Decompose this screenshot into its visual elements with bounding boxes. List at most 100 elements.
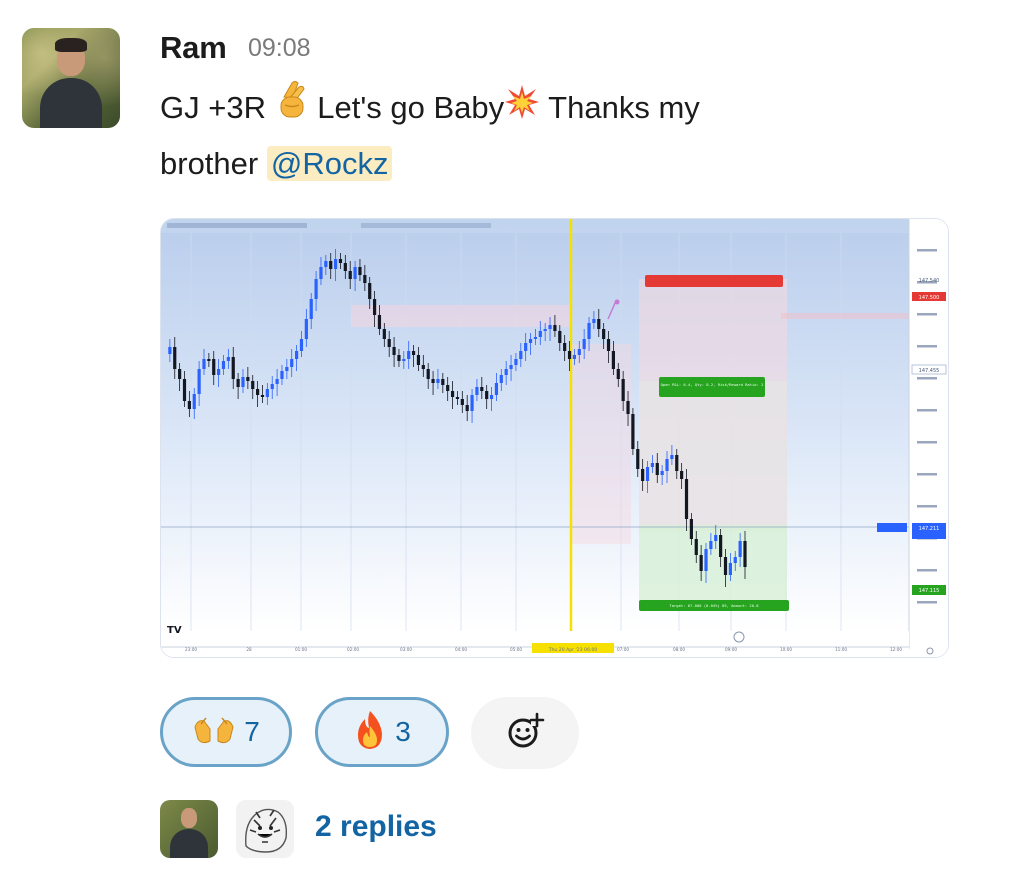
- candle-body: [509, 365, 513, 369]
- candle-body: [377, 315, 382, 329]
- candle-body: [577, 349, 581, 355]
- message-line-2: brother @Rockz: [160, 136, 980, 192]
- candle-body: [387, 339, 391, 347]
- candle-body: [212, 359, 216, 375]
- candle-body: [553, 325, 557, 331]
- candle-body: [709, 541, 713, 549]
- candle-body: [558, 331, 562, 343]
- price-badge-text: 147.500: [919, 295, 940, 301]
- candle-body: [494, 383, 499, 395]
- candle-body: [246, 377, 250, 381]
- raised-hands-icon: [192, 715, 236, 750]
- candle-body: [231, 357, 235, 379]
- message-line-1: GJ +3R Let's go Baby Thanks my: [160, 80, 980, 139]
- candle-body: [504, 369, 508, 375]
- candle-body: [319, 267, 323, 279]
- candle-body: [631, 414, 635, 449]
- candle-body: [694, 539, 698, 555]
- add-reaction-button[interactable]: [471, 697, 579, 769]
- candle-body: [626, 401, 630, 414]
- candle-body: [397, 355, 401, 361]
- time-tick-label: 04:00: [455, 647, 467, 652]
- candle-body: [294, 351, 299, 359]
- reply-avatar[interactable]: [236, 800, 294, 858]
- candle-body: [348, 271, 352, 279]
- candle-body: [499, 375, 503, 383]
- price-tick: [917, 441, 937, 444]
- reply-avatar[interactable]: [160, 800, 218, 858]
- candle-body: [363, 275, 367, 283]
- candle-body: [738, 541, 742, 557]
- candle-body: [519, 351, 523, 359]
- candle-body: [543, 329, 547, 331]
- price-badge-text: 147.455: [919, 368, 940, 374]
- candle-body: [455, 397, 460, 399]
- chart-image-attachment[interactable]: Open P&L: 6.4, Qty: 8.2, Risk/Reward Rat…: [160, 218, 949, 658]
- time-tick-label: 03:00: [400, 647, 412, 652]
- candle-body: [221, 361, 226, 369]
- sender-avatar[interactable]: [22, 28, 120, 128]
- candle-body: [241, 377, 245, 387]
- target-label: Target: 67.000 (0.04%) 89, Amount: 20.8: [669, 603, 759, 608]
- candle-body: [421, 365, 425, 369]
- candle-body: [528, 339, 533, 343]
- message-text: GJ +3R: [160, 90, 266, 125]
- symbol-header: [167, 223, 307, 228]
- reaction-count: 7: [244, 716, 260, 747]
- candle-body: [382, 329, 386, 339]
- message-time[interactable]: 09:08: [248, 34, 311, 63]
- crossed-fingers-icon: [275, 80, 309, 139]
- candle-body: [470, 395, 474, 411]
- candle-body: [304, 319, 308, 339]
- candle-body: [533, 337, 538, 339]
- candle-body: [299, 339, 304, 351]
- candle-body: [592, 319, 596, 323]
- candle-body: [426, 369, 430, 379]
- candle-body: [285, 367, 289, 371]
- time-tick-label: 02:00: [347, 647, 359, 652]
- candle-body: [728, 563, 732, 575]
- candle-body: [563, 343, 567, 351]
- candle-body: [446, 385, 450, 391]
- candle-body: [402, 359, 406, 361]
- open-pnl-label: Open P&L: 6.4, Qty: 8.2, Risk/Reward Rat…: [661, 382, 764, 387]
- candle-body: [645, 467, 650, 481]
- candle-body: [372, 299, 377, 315]
- price-badge-text: 147.115: [919, 588, 940, 594]
- candle-body: [202, 359, 206, 369]
- candle-body: [582, 339, 586, 349]
- sender-name[interactable]: Ram: [160, 30, 227, 66]
- candle-body: [411, 351, 416, 355]
- candle-body: [226, 357, 230, 361]
- candle-body: [567, 351, 572, 359]
- price-tick: [917, 345, 937, 348]
- candle-body: [616, 369, 620, 379]
- candle-body: [485, 391, 489, 399]
- time-tick-label: 08:00: [673, 647, 685, 652]
- price-tick: [917, 601, 937, 604]
- time-tick-label: 07:00: [617, 647, 629, 652]
- reaction-fire[interactable]: 3: [315, 697, 449, 767]
- candle-body: [182, 379, 187, 401]
- candle-body: [587, 323, 591, 339]
- candle-body: [514, 359, 518, 365]
- ohlc-header: [361, 223, 491, 228]
- price-tick: [917, 505, 937, 508]
- tradingview-logo: TV: [167, 625, 182, 636]
- user-mention[interactable]: @Rockz: [266, 146, 393, 181]
- stop-loss-bar: [645, 275, 783, 287]
- candle-body: [572, 355, 577, 359]
- add-reaction-icon: [505, 711, 545, 756]
- trading-chart: Open P&L: 6.4, Qty: 8.2, Risk/Reward Rat…: [161, 219, 948, 657]
- thread-replies-link[interactable]: 2 replies: [315, 810, 437, 844]
- candle-body: [197, 369, 201, 394]
- candle-body: [324, 261, 328, 267]
- price-tick: [917, 473, 937, 476]
- candle-body: [178, 369, 182, 379]
- candle-body: [407, 351, 411, 359]
- candle-body: [270, 384, 274, 389]
- price-tick: [917, 377, 937, 380]
- time-tick-label: 09:00: [725, 647, 737, 652]
- reaction-raised-hands[interactable]: 7: [160, 697, 292, 767]
- time-tick-label: 05:00: [510, 647, 522, 652]
